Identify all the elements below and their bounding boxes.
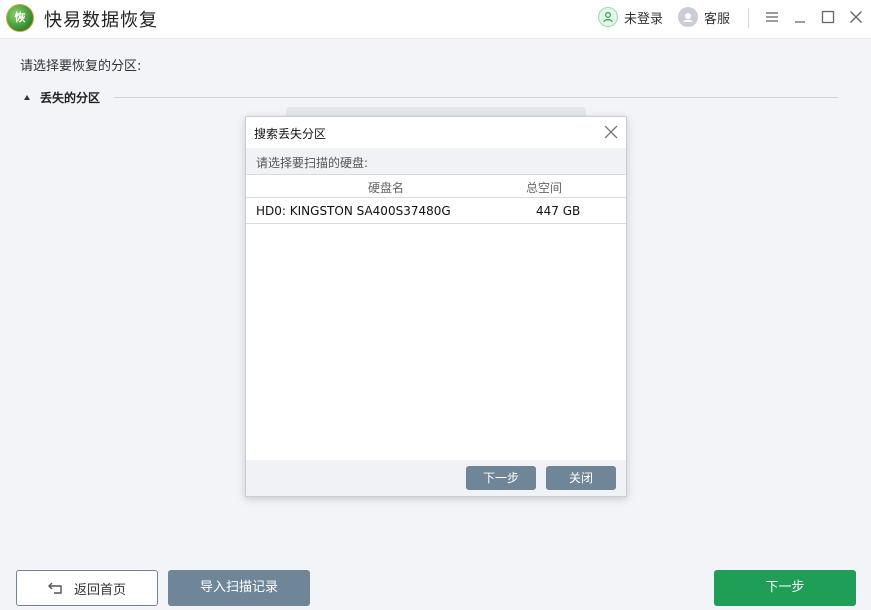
customer-service-label: 客服 [704,11,731,27]
import-scan-record-button[interactable]: 导入扫描记录 [168,570,310,606]
collapse-triangle-icon[interactable] [24,94,30,100]
next-step-button[interactable]: 下一步 [714,570,856,606]
dialog-close-text-button[interactable]: 关闭 [546,466,616,490]
user-icon [598,7,618,27]
return-icon [47,582,62,594]
column-total-space: 总空间 [526,181,563,195]
return-home-button[interactable]: 返回首页 [16,570,158,606]
disk-table-header: 硬盘名 总空间 [246,174,626,198]
disk-size-cell: 447 GB [536,204,581,218]
disk-name-cell: HD0: KINGSTON SA400S37480G [256,204,451,218]
headset-icon [678,7,698,27]
dialog-header: 搜索丢失分区 [246,117,626,148]
section-divider [114,96,838,98]
login-label: 未登录 [624,11,664,27]
login-button[interactable]: 未登录 [598,7,663,27]
dialog-next-button[interactable]: 下一步 [466,466,536,490]
maximize-icon [821,10,835,24]
app-title: 快易数据恢复 [44,10,158,31]
dialog-close-icon [604,125,618,139]
customer-service-button[interactable]: 客服 [678,7,730,27]
table-row[interactable]: HD0: KINGSTON SA400S37480G 447 GB [246,198,626,224]
title-bar: 恢 快易数据恢复 未登录 客服 [0,0,871,39]
search-lost-partition-dialog: 搜索丢失分区 请选择要扫描的硬盘: 硬盘名 总空间 HD0: KINGSTON … [245,116,627,497]
dialog-title: 搜索丢失分区 [254,127,327,141]
section-label: 丢失的分区 [40,90,101,105]
menu-icon [766,12,778,22]
dialog-close-button[interactable] [602,123,620,141]
minimize-button[interactable] [791,8,809,26]
lost-partitions-section[interactable]: 丢失的分区 [24,89,838,105]
app-logo-icon: 恢 [6,4,34,32]
dialog-subtitle: 请选择要扫描的硬盘: [256,156,369,170]
close-icon [850,11,862,23]
menu-button[interactable] [763,8,781,26]
partition-prompt: 请选择要恢复的分区: [20,59,142,74]
maximize-button[interactable] [819,8,837,26]
minimize-icon [795,21,805,23]
dialog-footer: 下一步 关闭 [246,460,626,496]
dialog-subtitle-bar: 请选择要扫描的硬盘: [246,148,626,174]
column-disk-name: 硬盘名 [367,181,404,195]
close-window-button[interactable] [847,8,865,26]
return-home-label: 返回首页 [73,582,126,598]
titlebar-divider [748,8,749,28]
